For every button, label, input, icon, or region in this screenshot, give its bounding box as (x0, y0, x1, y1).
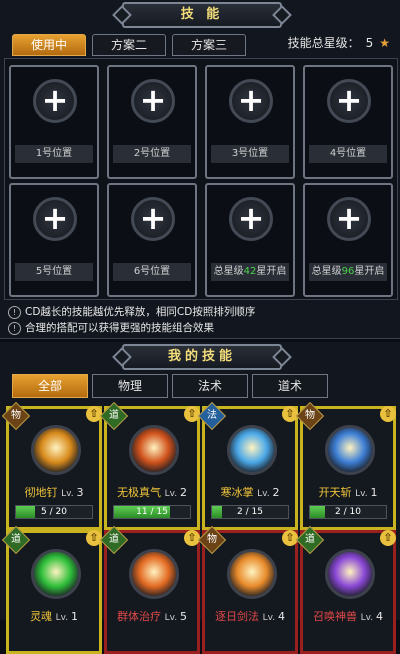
slot-unlock-label: 总星级42星开启 (211, 263, 289, 281)
progress-text: 2 / 10 (335, 507, 361, 517)
skill-card[interactable]: 物 ⇧ 彻地钉 Lv. 3 5 / 20 (1, 401, 102, 530)
info-icon: ! (8, 322, 21, 335)
tab-magic[interactable]: 法术 (172, 374, 248, 398)
upgrade-icon[interactable]: ⇧ (184, 406, 200, 422)
skill-type-badge: 道 (1, 525, 31, 555)
skill-slot-4[interactable]: 4号位置 (303, 65, 393, 179)
skill-name: 寒冰掌 Lv. 2 (220, 486, 280, 499)
progress-text: 2 / 15 (237, 507, 263, 517)
tab-plan-2[interactable]: 方案二 (92, 34, 166, 56)
tab-plan-3[interactable]: 方案三 (172, 34, 246, 56)
skill-slot-1[interactable]: 1号位置 (9, 65, 99, 179)
upgrade-icon[interactable]: ⇧ (380, 406, 396, 422)
skill-type-badge: 道 (295, 525, 325, 555)
skill-name: 开天斩 Lv. 1 (318, 486, 378, 499)
skill-slot-3[interactable]: 3号位置 (205, 65, 295, 179)
skill-slot-7-locked[interactable]: 总星级42星开启 (205, 183, 295, 297)
skill-card[interactable]: 物 ⇧ 开天斩 Lv. 1 2 / 10 (295, 401, 396, 530)
skills-title: 技 能 (122, 2, 282, 28)
skill-icon (325, 425, 375, 475)
add-icon (131, 79, 175, 123)
slot-label: 6号位置 (113, 263, 191, 281)
skill-icon (31, 425, 81, 475)
add-icon (33, 79, 77, 123)
skill-icon (227, 425, 277, 475)
skill-slot-6[interactable]: 6号位置 (107, 183, 197, 297)
total-star-label: 技能总星级： (287, 36, 360, 50)
skill-name: 无极真气 Lv. 2 (117, 486, 187, 499)
skill-icon (129, 549, 179, 599)
skill-card[interactable]: 物 ⇧ 逐日剑法 Lv. 4 (197, 525, 298, 654)
upgrade-icon[interactable]: ⇧ (86, 530, 102, 546)
skill-name: 召唤神兽 Lv. 4 (313, 610, 383, 623)
add-icon (131, 197, 175, 241)
slot-label: 5号位置 (15, 263, 93, 281)
skill-progress-bar: 5 / 20 (15, 505, 93, 519)
skill-type-badge: 物 (295, 401, 325, 431)
skill-name: 灵魂 Lv. 1 (30, 610, 78, 623)
skill-progress-bar: 2 / 15 (211, 505, 289, 519)
skill-type-badge: 物 (197, 525, 227, 555)
skill-icon (129, 425, 179, 475)
skill-card[interactable]: 道 ⇧ 灵魂 Lv. 1 (1, 525, 102, 654)
skill-name: 逐日剑法 Lv. 4 (215, 610, 285, 623)
skill-type-badge: 道 (99, 401, 129, 431)
slot-label: 3号位置 (211, 145, 289, 163)
tab-physical[interactable]: 物理 (92, 374, 168, 398)
upgrade-icon[interactable]: ⇧ (282, 530, 298, 546)
slot-label: 1号位置 (15, 145, 93, 163)
skill-type-badge: 物 (1, 401, 31, 431)
tip-cd-order: ! CD越长的技能越优先释放，相同CD按照排列顺序 (8, 304, 255, 319)
skill-name: 群体治疗 Lv. 5 (117, 610, 187, 623)
info-icon: ! (8, 306, 21, 319)
add-icon (327, 79, 371, 123)
skill-name: 彻地钉 Lv. 3 (24, 486, 84, 499)
my-skills-panel: 我的技能 全部 物理 法术 道术 物 ⇧ 彻地钉 Lv. 35 / 20 道 ⇧ 无极真气… (0, 342, 400, 654)
total-star-level: 技能总星级： 5 ★ (288, 34, 390, 51)
add-icon (33, 197, 77, 241)
tab-taoist[interactable]: 道术 (252, 374, 328, 398)
tab-in-use[interactable]: 使用中 (12, 34, 86, 56)
tab-all[interactable]: 全部 (12, 374, 88, 398)
progress-text: 5 / 20 (41, 507, 67, 517)
skill-slot-5[interactable]: 5号位置 (9, 183, 99, 297)
skill-slot-2[interactable]: 2号位置 (107, 65, 197, 179)
skill-slot-grid: 1号位置 2号位置 3号位置 4号位置 5号位置 6号位置 总星级42星开启 (4, 58, 398, 300)
upgrade-icon[interactable]: ⇧ (86, 406, 102, 422)
skills-panel: 技 能 使用中 方案二 方案三 技能总星级： 5 ★ 1号位置 2号位置 3号位置 … (0, 0, 400, 339)
upgrade-icon[interactable]: ⇧ (380, 530, 396, 546)
skill-card[interactable]: 法 ⇧ 寒冰掌 Lv. 2 2 / 15 (197, 401, 298, 530)
skill-icon (325, 549, 375, 599)
slot-label: 4号位置 (309, 145, 387, 163)
skill-type-badge: 法 (197, 401, 227, 431)
total-star-value: 5 (365, 36, 374, 50)
add-icon (229, 197, 273, 241)
skill-progress-bar: 2 / 10 (309, 505, 387, 519)
skill-card[interactable]: 道 ⇧ 无极真气 Lv. 2 11 / 15 (99, 401, 200, 530)
progress-text: 11 / 15 (136, 507, 168, 517)
add-icon (229, 79, 273, 123)
my-skills-title: 我的技能 (122, 344, 282, 370)
skill-card[interactable]: 道 ⇧ 群体治疗 Lv. 5 (99, 525, 200, 654)
skill-slot-8-locked[interactable]: 总星级96星开启 (303, 183, 393, 297)
upgrade-icon[interactable]: ⇧ (282, 406, 298, 422)
skill-card[interactable]: 道 ⇧ 召唤神兽 Lv. 4 (295, 525, 396, 654)
tip-combination: ! 合理的搭配可以获得更强的技能组合效果 (8, 320, 214, 335)
skill-icon (227, 549, 277, 599)
skill-type-badge: 道 (99, 525, 129, 555)
slot-unlock-label: 总星级96星开启 (309, 263, 387, 281)
upgrade-icon[interactable]: ⇧ (184, 530, 200, 546)
skill-icon (31, 549, 81, 599)
star-icon: ★ (379, 36, 390, 50)
skill-progress-bar: 11 / 15 (113, 505, 191, 519)
slot-label: 2号位置 (113, 145, 191, 163)
add-icon (327, 197, 371, 241)
